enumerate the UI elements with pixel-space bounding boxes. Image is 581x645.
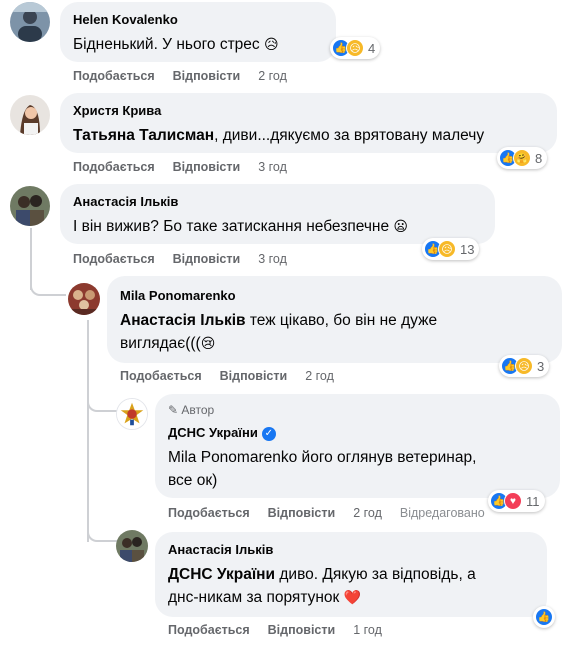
sad-icon: 😥 xyxy=(515,357,533,375)
timestamp[interactable]: 3 год xyxy=(258,252,287,266)
thread-curve-reply-3 xyxy=(87,520,117,542)
reply-button[interactable]: Відповісти xyxy=(268,506,336,520)
sad-icon: 😥 xyxy=(438,240,456,258)
comment-actions: Подобається Відповісти 3 год xyxy=(73,252,305,266)
edited-label[interactable]: Відредаговано xyxy=(400,506,485,520)
comment-text-line-2: все ок) xyxy=(168,472,218,489)
comment-author[interactable]: Mila Ponomarenko xyxy=(120,288,236,303)
reaction-count: 3 xyxy=(537,358,545,374)
comment-author[interactable]: ДСНС України ✓ xyxy=(168,425,276,441)
like-button[interactable]: Подобається xyxy=(73,160,155,174)
comment-text-line-2: днс-никам за порятунок ❤️ xyxy=(168,587,361,608)
comment-text: Татьяна Талисман, диви...дякуємо за врят… xyxy=(73,125,484,146)
comment-text: Бідненький. У нього стрес 😥 xyxy=(73,34,279,55)
avatar[interactable] xyxy=(10,95,50,135)
reaction-summary[interactable]: 👍 😥 4 xyxy=(330,37,381,59)
reaction-summary[interactable]: 👍 😥 3 xyxy=(499,355,550,377)
crying-emoji: 😢 xyxy=(200,335,216,351)
comment-author[interactable]: Анастасія Ільків xyxy=(73,194,178,209)
verified-icon: ✓ xyxy=(261,426,276,441)
like-button[interactable]: Подобається xyxy=(73,69,155,83)
comment-text-line-1: ДСНС України диво. Дякую за відповідь, а xyxy=(168,564,476,585)
mention-link[interactable]: Татьяна Талисман xyxy=(73,127,214,144)
comment-author-name: ДСНС України xyxy=(168,425,258,440)
reaction-count: 11 xyxy=(526,493,540,509)
like-button[interactable]: Подобається xyxy=(73,252,155,266)
reaction-summary[interactable]: 👍 😥 13 xyxy=(422,238,480,260)
timestamp[interactable]: 1 год xyxy=(353,623,382,637)
thread-curve-reply-1 xyxy=(30,270,66,296)
avatar[interactable] xyxy=(10,2,50,42)
comment-text-line-1: Mila Ponomarenko його оглянув ветеринар, xyxy=(168,449,477,466)
comment-actions: Подобається Відповісти 2 год Відредаговано xyxy=(168,506,503,520)
like-icon: 👍 xyxy=(535,608,553,626)
author-badge: ✎ Автор xyxy=(168,403,214,417)
avatar[interactable] xyxy=(116,530,148,562)
comment-text-line-2: виглядає(((😢 xyxy=(120,333,215,354)
avatar[interactable] xyxy=(10,186,50,226)
reaction-summary[interactable]: 👍 ♥ 11 xyxy=(488,490,545,512)
avatar[interactable] xyxy=(116,398,148,430)
sad-emoji: 😥 xyxy=(264,36,279,52)
reaction-count: 4 xyxy=(368,40,376,56)
reply-button[interactable]: Відповісти xyxy=(173,69,241,83)
heart-emoji: ❤️ xyxy=(343,589,362,605)
reaction-summary[interactable]: 👍 xyxy=(533,606,555,628)
comment-actions: Подобається Відповісти 2 год xyxy=(73,69,305,83)
comment-body: Бідненький. У нього стрес xyxy=(73,36,260,53)
avatar[interactable] xyxy=(68,283,100,315)
reaction-count: 8 xyxy=(535,150,543,166)
reply-button[interactable]: Відповісти xyxy=(268,623,336,637)
timestamp[interactable]: 2 год xyxy=(258,69,287,83)
like-button[interactable]: Подобається xyxy=(168,623,250,637)
author-badge-label: Автор xyxy=(181,403,215,417)
comment-body: , диви...дякуємо за врятовану малечу xyxy=(214,127,485,144)
comment-author[interactable]: Христя Крива xyxy=(73,103,161,118)
comment-body: І він вижив? Бо таке затискання небезпеч… xyxy=(73,218,390,235)
comment-actions: Подобається Відповісти 3 год xyxy=(73,160,305,174)
comment-actions: Подобається Відповісти 1 год xyxy=(168,623,400,637)
comment-author[interactable]: Анастасія Ільків xyxy=(168,542,273,557)
sad-icon: 😥 xyxy=(346,39,364,57)
comment-body-2: виглядає((( xyxy=(120,335,201,352)
pencil-icon: ✎ xyxy=(168,403,179,417)
like-button[interactable]: Подобається xyxy=(168,506,250,520)
timestamp[interactable]: 2 год xyxy=(305,369,334,383)
reaction-summary[interactable]: 👍 🤗 8 xyxy=(497,147,548,169)
mention-link[interactable]: Анастасія Ільків xyxy=(120,312,246,329)
thread-line-reply xyxy=(87,320,89,542)
reaction-count: 13 xyxy=(460,241,475,257)
like-button[interactable]: Подобається xyxy=(120,369,202,383)
reply-button[interactable]: Відповісти xyxy=(220,369,288,383)
reply-button[interactable]: Відповісти xyxy=(173,160,241,174)
comment-actions: Подобається Відповісти 2 год xyxy=(120,369,352,383)
mention-link[interactable]: ДСНС України xyxy=(168,566,275,583)
frowning-emoji: 😦 xyxy=(393,218,408,234)
comment-body: диво. Дякую за відповідь, а xyxy=(275,566,476,583)
timestamp[interactable]: 2 год xyxy=(353,506,382,520)
comment-text-line-1: Анастасія Ільків теж цікаво, бо він не д… xyxy=(120,310,437,331)
comment-body-2: днс-никам за порятунок xyxy=(168,589,340,606)
comment-body: теж цікаво, бо він не дуже xyxy=(245,312,438,329)
comment-text: І він вижив? Бо таке затискання небезпеч… xyxy=(73,216,408,237)
heart-icon: ♥ xyxy=(504,492,522,510)
timestamp[interactable]: 3 год xyxy=(258,160,287,174)
comment-author[interactable]: Helen Kovalenko xyxy=(73,12,178,27)
thread-curve-reply-2 xyxy=(87,390,117,412)
reply-button[interactable]: Відповісти xyxy=(173,252,241,266)
care-icon: 🤗 xyxy=(513,149,531,167)
